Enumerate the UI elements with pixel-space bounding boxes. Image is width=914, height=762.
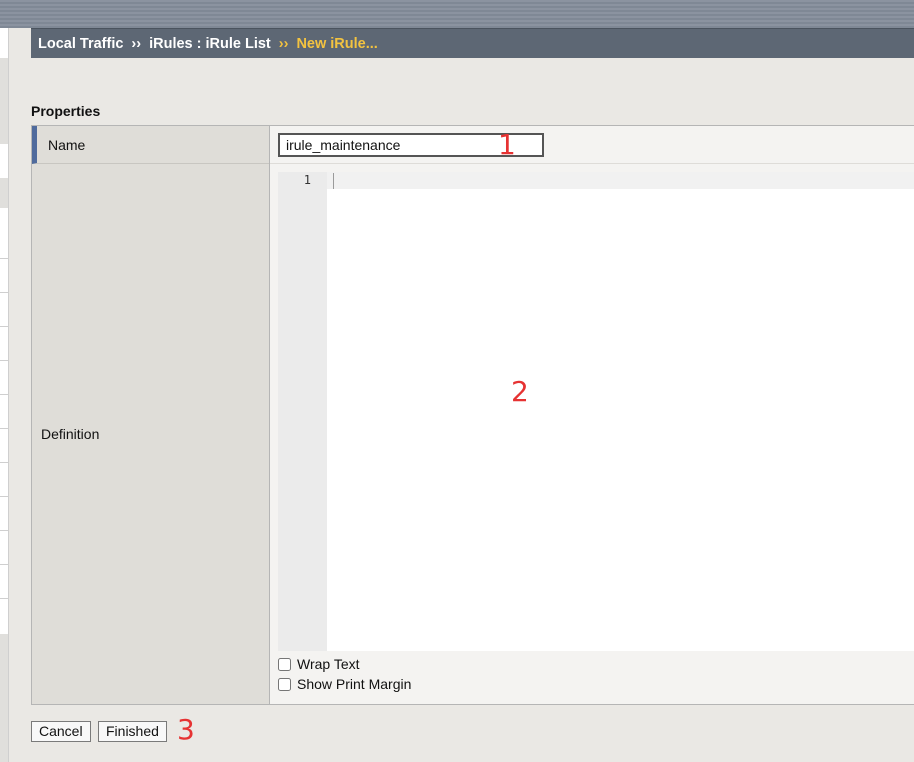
rail-tick [0,530,8,531]
editor-gutter: 1 [278,172,327,651]
top-banner [0,0,914,28]
finished-button[interactable]: Finished [98,721,167,742]
rail-tick [0,496,8,497]
editor-caret [333,173,334,189]
breadcrumb-irule-list[interactable]: iRules : iRule List [149,36,271,52]
left-navigation-rail [0,28,9,762]
wrap-text-checkbox[interactable] [278,657,291,671]
breadcrumb: Local Traffic ›› iRules : iRule List ›› … [31,28,914,58]
definition-code-editor[interactable]: 1 [278,172,914,651]
name-label-cell: Name [32,126,269,164]
breadcrumb-separator: ›› [131,35,142,52]
cancel-button[interactable]: Cancel [31,721,91,742]
breadcrumb-local-traffic[interactable]: Local Traffic [38,36,123,52]
breadcrumb-separator: ›› [278,35,289,52]
rail-tick [0,360,8,361]
line-number: 1 [303,173,311,187]
rail-tick [0,292,8,293]
rail-tick [0,598,8,599]
definition-label: Definition [41,426,100,442]
show-print-margin-checkbox[interactable] [278,677,291,691]
annotation-1: 1 [498,128,516,161]
rail-tick [0,258,8,259]
wrap-text-option[interactable]: Wrap Text [278,656,360,672]
name-label: Name [48,136,86,153]
rail-tick [0,394,8,395]
show-print-margin-option[interactable]: Show Print Margin [278,676,411,692]
wrap-text-label: Wrap Text [297,656,360,672]
properties-table: Name Definition 1 Wrap Text Show Print M… [31,125,914,705]
annotation-3: 3 [177,713,195,746]
rail-band [0,634,8,762]
show-print-margin-label: Show Print Margin [297,676,412,692]
rail-band [0,178,8,208]
name-value-cell [270,126,914,164]
editor-active-line [327,172,914,189]
definition-label-cell: Definition [32,164,269,704]
label-column: Name Definition [32,126,270,704]
rail-tick [0,428,8,429]
rail-band [0,58,8,144]
rail-tick [0,326,8,327]
section-title-properties: Properties [31,103,101,119]
rail-tick [0,564,8,565]
breadcrumb-current-page: New iRule... [296,35,378,52]
rail-tick [0,462,8,463]
annotation-2: 2 [511,375,529,408]
value-column: 1 Wrap Text Show Print Margin [270,126,914,704]
